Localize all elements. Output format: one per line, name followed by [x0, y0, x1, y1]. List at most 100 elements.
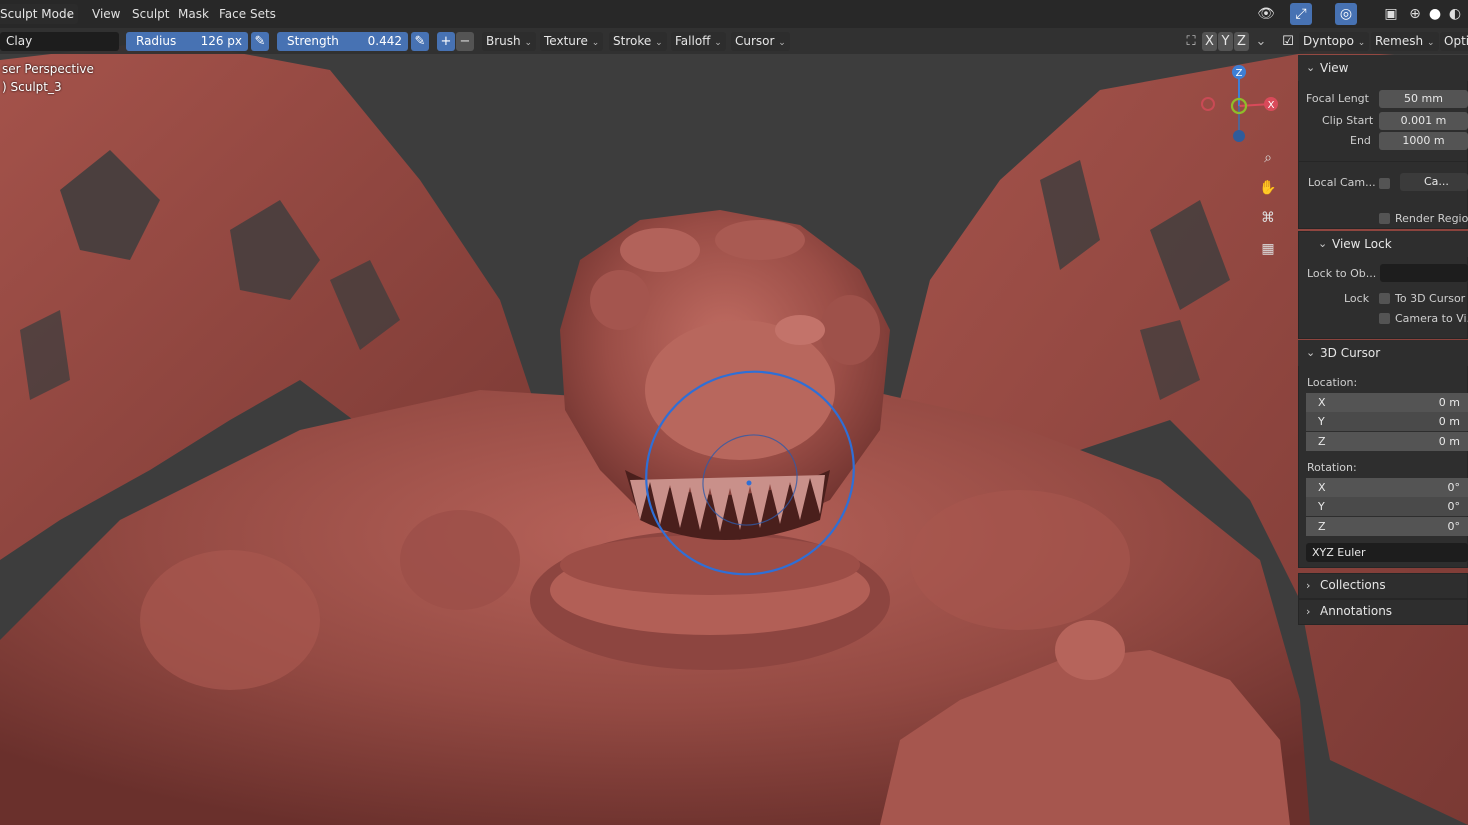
- render-region-label: Render Region: [1395, 212, 1468, 225]
- lock-to-3d-cursor-checkbox[interactable]: [1379, 293, 1390, 304]
- overlays-toggle-icon[interactable]: ◎: [1335, 3, 1357, 25]
- chevron-down-icon: ⌄: [65, 9, 73, 19]
- stroke-menu[interactable]: Stroke ⌄: [609, 32, 667, 51]
- radius-pressure-icon[interactable]: ✎: [251, 32, 269, 51]
- wireframe-shading-icon[interactable]: ⊕: [1404, 3, 1426, 25]
- location-z-field[interactable]: Z 0 m: [1306, 432, 1468, 451]
- symmetry-x-toggle[interactable]: X: [1202, 32, 1217, 51]
- local-camera-checkbox[interactable]: [1379, 178, 1390, 189]
- menu-face-sets[interactable]: Face Sets: [219, 0, 276, 28]
- texture-menu-label: Texture: [544, 34, 588, 48]
- symmetry-z-toggle[interactable]: Z: [1234, 32, 1249, 51]
- rotation-mode-select[interactable]: XYZ Euler: [1306, 543, 1468, 562]
- cursor-menu-label: Cursor: [735, 34, 775, 48]
- pan-hand-icon[interactable]: ✋: [1255, 175, 1281, 201]
- view-lock-header[interactable]: ⌄ View Lock: [1310, 231, 1468, 257]
- texture-menu[interactable]: Texture ⌄: [540, 32, 604, 51]
- camera-to-view-checkbox[interactable]: [1379, 313, 1390, 324]
- brush-center-dot: [746, 480, 752, 486]
- symmetry-y-toggle[interactable]: Y: [1218, 32, 1233, 51]
- lock-to-3d-cursor-label: To 3D Cursor: [1395, 292, 1466, 305]
- ortho-grid-icon[interactable]: ▦: [1255, 236, 1281, 262]
- 3d-cursor-header[interactable]: ⌄ 3D Cursor: [1298, 340, 1468, 366]
- zoom-icon[interactable]: ⌕: [1255, 145, 1281, 171]
- location-y-field[interactable]: Y 0 m: [1306, 412, 1468, 431]
- axis-label: Y: [1318, 500, 1325, 513]
- camera-to-view-label: Camera to Vi...: [1395, 312, 1468, 325]
- lock-to-object-field[interactable]: [1380, 264, 1468, 282]
- cursor-menu[interactable]: Cursor ⌄: [731, 32, 790, 51]
- local-camera-field[interactable]: Ca...: [1400, 173, 1468, 191]
- rotation-y-field[interactable]: Y 0°: [1306, 497, 1468, 516]
- clip-start-field[interactable]: 0.001 m: [1379, 112, 1468, 130]
- radius-slider[interactable]: Radius 126 px: [126, 32, 248, 51]
- axis-label: Z: [1318, 520, 1326, 533]
- view-section-header[interactable]: ⌄ View: [1298, 55, 1468, 81]
- menu-mask[interactable]: Mask: [178, 0, 209, 28]
- focal-length-label: Focal Lengt: [1306, 92, 1369, 105]
- chevron-down-icon: ⌄: [1306, 346, 1316, 359]
- strength-slider[interactable]: Strength 0.442: [277, 32, 408, 51]
- visibility-eye-icon[interactable]: 👁: [1255, 3, 1277, 25]
- chevron-right-icon: ›: [1306, 605, 1311, 618]
- view-section: ⌄ View Focal Lengt 50 mm Clip Start 0.00…: [1298, 55, 1468, 175]
- 3d-cursor-section: ⌄ 3D Cursor Location: X 0 m Y 0 m Z 0 m Rot…: [1298, 340, 1468, 568]
- gizmo-toggle-icon[interactable]: ⤢: [1290, 3, 1312, 25]
- brush-menu-label: Brush: [486, 34, 521, 48]
- strength-pressure-icon[interactable]: ✎: [411, 32, 429, 51]
- chevron-down-icon: ⌄: [778, 38, 786, 48]
- chevron-down-icon: ⌄: [591, 38, 600, 48]
- tool-settings-bar: Clay Radius 126 px ✎ Strength 0.442 ✎ + …: [0, 28, 1468, 54]
- chevron-down-icon: ⌄: [1357, 38, 1366, 48]
- clip-end-field[interactable]: 1000 m: [1379, 132, 1468, 150]
- collections-section[interactable]: › Collections: [1298, 573, 1468, 599]
- brush-name-field[interactable]: Clay: [0, 32, 119, 51]
- menu-view[interactable]: View: [92, 0, 120, 28]
- annotations-title: Annotations: [1320, 604, 1393, 618]
- mode-select[interactable]: Sculpt Mode ⌄: [0, 4, 78, 24]
- chevron-right-icon: ›: [1306, 579, 1311, 592]
- solid-shading-icon[interactable]: ●: [1424, 3, 1446, 25]
- brush-menu[interactable]: Brush ⌄: [482, 32, 537, 51]
- strength-label: Strength: [287, 34, 339, 48]
- rotation-mode-label: XYZ Euler: [1312, 546, 1366, 559]
- viewport-object-label: ) Sculpt_3: [2, 80, 62, 94]
- focal-length-field[interactable]: 50 mm: [1379, 90, 1468, 108]
- axis-label: Y: [1318, 415, 1325, 428]
- view-lock-title: View Lock: [1332, 237, 1392, 251]
- chevron-down-icon: ⌄: [655, 38, 663, 48]
- viewport-header: Sculpt Mode ⌄ View Sculpt Mask Face Sets…: [0, 0, 1468, 28]
- options-menu[interactable]: Opti: [1440, 32, 1468, 51]
- 3d-viewport[interactable]: ser Perspective ) Sculpt_3 Z X ⌕ ✋ ⌘ ▦: [0, 0, 1468, 825]
- rotation-z-field[interactable]: Z 0°: [1306, 517, 1468, 536]
- view-section-title: View: [1320, 61, 1349, 75]
- remesh-label: Remesh: [1375, 34, 1424, 48]
- chevron-down-icon: ⌄: [1318, 237, 1328, 250]
- direction-add-button[interactable]: +: [437, 32, 455, 51]
- location-x-field[interactable]: X 0 m: [1306, 393, 1468, 412]
- direction-subtract-button[interactable]: −: [456, 32, 474, 51]
- gizmo-z-label: Z: [1236, 68, 1243, 79]
- mode-select-label: Sculpt Mode: [0, 7, 74, 21]
- local-camera-label: Local Cam...: [1308, 176, 1376, 189]
- navigation-gizmo[interactable]: Z X: [1196, 62, 1286, 152]
- remesh-menu[interactable]: Remesh ⌄: [1371, 32, 1439, 51]
- material-shading-icon[interactable]: ◐: [1444, 3, 1466, 25]
- falloff-menu-label: Falloff: [675, 34, 711, 48]
- axis-label: X: [1318, 481, 1326, 494]
- lock-to-object-label: Lock to Ob...: [1307, 267, 1377, 280]
- location-label: Location:: [1307, 376, 1358, 389]
- menu-sculpt[interactable]: Sculpt: [132, 0, 169, 28]
- xray-toggle-icon[interactable]: ▣: [1380, 3, 1402, 25]
- camera-view-icon[interactable]: ⌘: [1255, 205, 1281, 231]
- falloff-menu[interactable]: Falloff ⌄: [671, 32, 726, 51]
- dyntopo-menu[interactable]: Dyntopo ⌄: [1299, 32, 1370, 51]
- local-camera-value: Ca...: [1424, 175, 1449, 188]
- chevron-down-icon[interactable]: ⌄: [1252, 32, 1270, 51]
- clip-end-label: End: [1350, 134, 1371, 147]
- render-region-checkbox[interactable]: [1379, 213, 1390, 224]
- dyntopo-checkbox[interactable]: ☑: [1279, 32, 1297, 51]
- rotation-x-field[interactable]: X 0°: [1306, 478, 1468, 497]
- symmetry-icon: ⛶: [1186, 34, 1196, 49]
- annotations-section[interactable]: › Annotations: [1298, 599, 1468, 625]
